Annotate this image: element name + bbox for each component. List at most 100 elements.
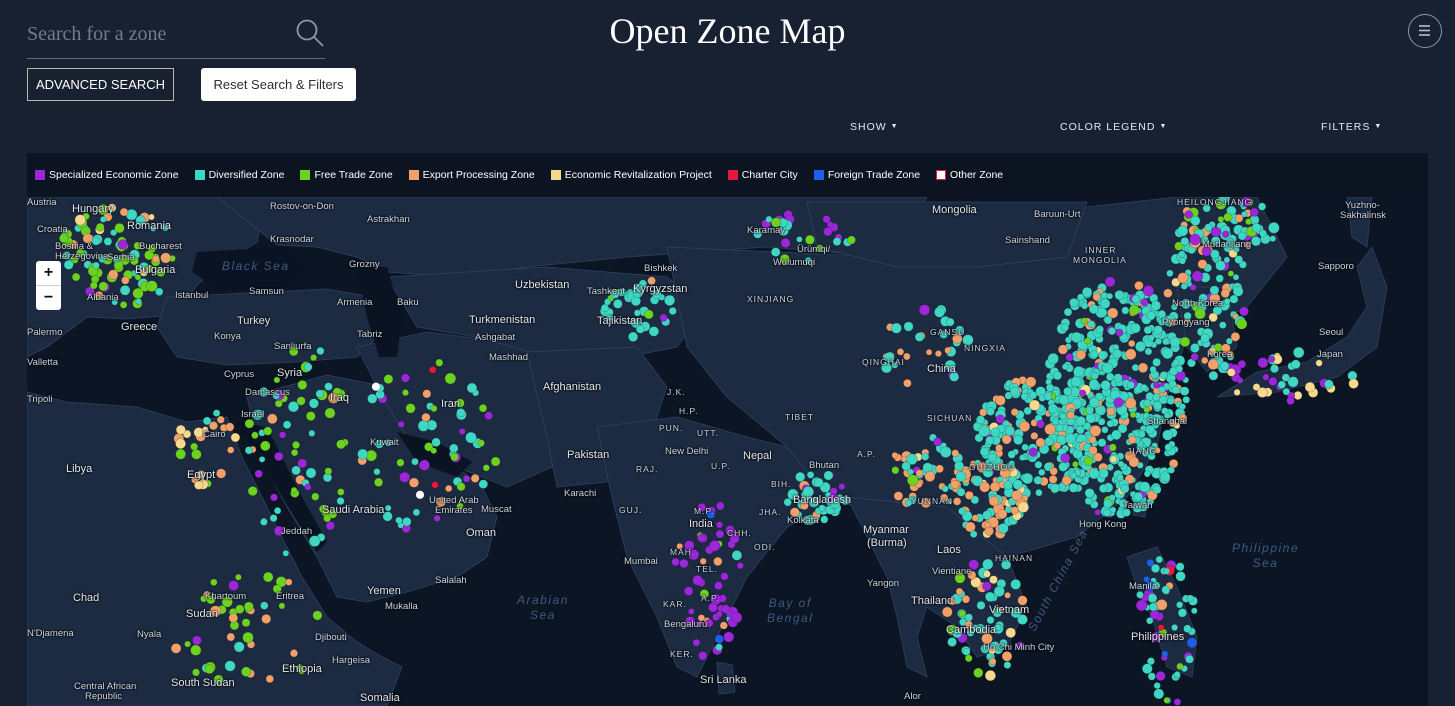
zone-marker[interactable] bbox=[1270, 364, 1279, 374]
zone-marker[interactable] bbox=[1215, 260, 1226, 271]
zone-marker[interactable] bbox=[1157, 624, 1165, 631]
zone-marker[interactable] bbox=[1106, 419, 1115, 428]
zone-marker[interactable] bbox=[993, 585, 1005, 597]
zone-marker[interactable] bbox=[1277, 380, 1286, 389]
zone-marker[interactable] bbox=[941, 485, 949, 493]
zone-marker[interactable] bbox=[962, 648, 971, 656]
zone-marker[interactable] bbox=[1185, 654, 1194, 664]
zone-marker[interactable] bbox=[664, 294, 676, 306]
zone-marker[interactable] bbox=[1103, 315, 1113, 325]
zone-marker[interactable] bbox=[1117, 460, 1125, 468]
zone-marker[interactable] bbox=[1051, 417, 1060, 426]
zone-marker[interactable] bbox=[1230, 332, 1241, 342]
zone-marker[interactable] bbox=[1131, 294, 1141, 304]
zone-marker[interactable] bbox=[1184, 210, 1193, 219]
zone-marker[interactable] bbox=[216, 415, 225, 424]
zone-marker[interactable] bbox=[893, 491, 904, 501]
zone-marker[interactable] bbox=[192, 635, 202, 646]
zone-marker[interactable] bbox=[260, 440, 271, 452]
zone-marker[interactable] bbox=[1049, 467, 1058, 476]
zone-marker[interactable] bbox=[1150, 300, 1162, 311]
zone-marker[interactable] bbox=[1121, 306, 1130, 315]
zone-marker[interactable] bbox=[1125, 397, 1137, 410]
zone-marker[interactable] bbox=[308, 429, 316, 437]
zone-marker[interactable] bbox=[244, 418, 255, 429]
zone-marker[interactable] bbox=[1068, 482, 1079, 493]
zone-marker[interactable] bbox=[1219, 361, 1230, 371]
zone-marker[interactable] bbox=[715, 610, 723, 618]
zone-marker[interactable] bbox=[119, 285, 131, 296]
zone-marker[interactable] bbox=[1236, 318, 1248, 330]
zone-marker[interactable] bbox=[1161, 650, 1169, 658]
zone-marker[interactable] bbox=[1098, 350, 1108, 360]
zone-marker[interactable] bbox=[1143, 470, 1151, 478]
zone-marker[interactable] bbox=[1088, 468, 1100, 480]
zone-marker[interactable] bbox=[1036, 419, 1046, 429]
zone-marker[interactable] bbox=[1003, 480, 1013, 490]
zone-marker[interactable] bbox=[466, 382, 478, 394]
zone-marker[interactable] bbox=[890, 322, 902, 334]
zone-marker[interactable] bbox=[1050, 483, 1061, 494]
zone-marker[interactable] bbox=[906, 474, 919, 486]
zone-marker[interactable] bbox=[1140, 383, 1148, 392]
zone-marker[interactable] bbox=[1148, 602, 1158, 612]
zone-marker[interactable] bbox=[260, 601, 269, 610]
zone-marker[interactable] bbox=[990, 427, 1001, 438]
zone-marker[interactable] bbox=[310, 354, 318, 362]
zone-marker[interactable] bbox=[1069, 472, 1077, 479]
zone-marker[interactable] bbox=[1107, 327, 1117, 336]
zone-marker[interactable] bbox=[99, 216, 107, 223]
zone-marker[interactable] bbox=[402, 389, 409, 397]
zone-marker[interactable] bbox=[1324, 379, 1334, 389]
zone-marker[interactable] bbox=[1175, 365, 1184, 373]
zone-marker[interactable] bbox=[228, 580, 239, 591]
zone-marker[interactable] bbox=[1190, 352, 1199, 361]
zone-marker[interactable] bbox=[1223, 256, 1231, 264]
zone-marker[interactable] bbox=[1155, 670, 1166, 682]
zone-marker[interactable] bbox=[482, 464, 490, 472]
filters-dropdown[interactable]: FILTERS ▼ bbox=[1321, 121, 1382, 133]
zone-marker[interactable] bbox=[947, 637, 957, 647]
zone-marker[interactable] bbox=[1164, 443, 1173, 452]
zone-marker[interactable] bbox=[975, 415, 986, 425]
zone-marker[interactable] bbox=[117, 239, 128, 250]
zone-marker[interactable] bbox=[408, 477, 420, 488]
zone-marker[interactable] bbox=[184, 640, 191, 648]
zone-map[interactable]: Austria Hungary Romania Croatia Bosnia &… bbox=[27, 197, 1428, 706]
zone-marker[interactable] bbox=[1112, 349, 1123, 359]
zone-marker[interactable] bbox=[924, 470, 936, 482]
zone-marker[interactable] bbox=[224, 660, 236, 672]
zone-marker[interactable] bbox=[258, 456, 266, 463]
zone-marker[interactable] bbox=[1161, 585, 1171, 595]
zone-marker[interactable] bbox=[979, 481, 991, 493]
zone-marker[interactable] bbox=[1163, 696, 1171, 704]
zone-marker[interactable] bbox=[1012, 479, 1023, 490]
zone-marker[interactable] bbox=[192, 668, 200, 677]
zone-marker[interactable] bbox=[995, 414, 1005, 424]
zone-marker[interactable] bbox=[914, 332, 925, 342]
zone-marker[interactable] bbox=[820, 515, 829, 524]
zone-marker[interactable] bbox=[470, 473, 480, 483]
zone-marker[interactable] bbox=[1080, 317, 1088, 325]
zone-marker[interactable] bbox=[1177, 608, 1187, 618]
zone-marker[interactable] bbox=[444, 372, 457, 385]
zone-marker[interactable] bbox=[316, 346, 325, 356]
zone-marker[interactable] bbox=[940, 446, 952, 458]
zone-marker[interactable] bbox=[1227, 270, 1235, 277]
zone-marker[interactable] bbox=[721, 604, 731, 614]
zone-marker[interactable] bbox=[1007, 450, 1016, 459]
zone-marker[interactable] bbox=[1098, 484, 1108, 493]
zone-marker[interactable] bbox=[648, 326, 660, 337]
zone-marker[interactable] bbox=[305, 467, 317, 479]
zone-marker[interactable] bbox=[1060, 453, 1071, 463]
zone-marker[interactable] bbox=[262, 571, 274, 583]
zone-marker[interactable] bbox=[1113, 397, 1124, 408]
zone-marker[interactable] bbox=[1221, 230, 1230, 239]
zone-marker[interactable] bbox=[1090, 350, 1099, 359]
zone-marker[interactable] bbox=[659, 313, 668, 322]
zone-marker[interactable] bbox=[935, 464, 944, 474]
zone-marker[interactable] bbox=[1084, 488, 1095, 499]
zone-marker[interactable] bbox=[103, 237, 113, 246]
zone-marker[interactable] bbox=[1146, 311, 1156, 321]
zone-marker[interactable] bbox=[151, 255, 160, 264]
